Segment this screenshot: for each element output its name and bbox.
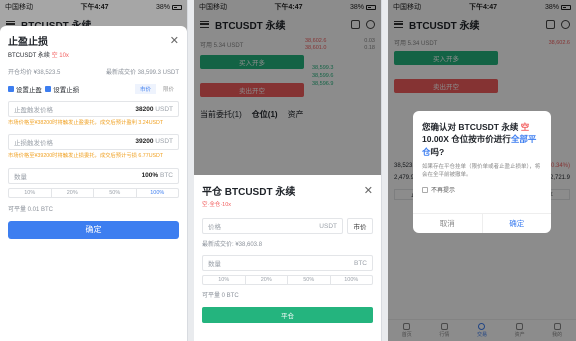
phone-panel-1: 中国移动 下午4:47 38% BTCUSDT 永续 止盈止损 ✕ BTCUSD… — [0, 0, 188, 341]
overlay-dim — [194, 0, 381, 175]
percent-option[interactable]: 20% — [52, 188, 94, 197]
qty-unit: BTC — [354, 259, 367, 267]
open-price: 开仓均价 ¥38,523.5 — [8, 70, 61, 76]
tab-market[interactable]: 市价 — [134, 84, 156, 94]
no-remind-checkbox[interactable] — [422, 186, 428, 193]
tp-checkbox[interactable] — [8, 86, 14, 92]
confirm-close-dialog: 您确认对 BTCUSDT 永续 空 10.00X 仓位按市价进行全部平仓吗? 如… — [413, 111, 551, 233]
close-icon[interactable]: ✕ — [170, 34, 179, 47]
percent-option[interactable]: 10% — [203, 276, 246, 284]
position-side: 空 10x — [51, 53, 69, 59]
tp-price-value: 38200 — [135, 105, 154, 113]
position-tag: 空·全仓·10x — [202, 202, 232, 208]
confirm-button[interactable]: 确定 — [8, 220, 179, 239]
confirm-message: 您确认对 BTCUSDT 永续 空 10.00X 仓位按市价进行全部平仓吗? — [422, 121, 542, 158]
percent-option[interactable]: 100% — [331, 276, 373, 284]
market-price-button[interactable]: 市价 — [347, 218, 373, 234]
percent-option[interactable]: 100% — [137, 189, 179, 197]
price-unit: USDT — [319, 222, 337, 230]
qty-unit: BTC — [160, 172, 173, 180]
last-price: 最新成交价 38,599.3 USDT — [105, 70, 179, 76]
sl-price-value: 39200 — [135, 138, 154, 146]
percent-option[interactable]: 50% — [94, 188, 137, 197]
price-input[interactable]: 价格 USDT — [202, 218, 343, 234]
percent-option[interactable]: 50% — [288, 276, 331, 284]
qty-input[interactable]: 数量 100% BTC — [8, 167, 179, 184]
sl-hint: 市场价格至¥39200时将触发止损委托，成交后预计亏损 6.77USDT — [8, 152, 164, 159]
tp-hint: 市场价格至¥38200时将触发止盈委托，成交后预计盈利 3.24USDT — [8, 120, 164, 126]
sl-checkbox[interactable] — [45, 86, 52, 92]
confirm-text-c: 吗? — [430, 146, 445, 157]
last-price: 最新成交价: ¥38,603.8 — [202, 242, 263, 248]
cancel-button[interactable]: 取消 — [413, 214, 483, 233]
sl-check-label: 设置止损 — [53, 87, 80, 94]
qty-label: 数量 — [14, 173, 27, 181]
tp-price-input[interactable]: 止盈触发价格 38200 USDT — [8, 101, 179, 117]
confirm-side: 空 — [520, 122, 530, 132]
qty-label: 数量 — [208, 261, 221, 268]
dialog-title: 止盈止损 — [8, 37, 48, 48]
close-position-dialog: 平仓 BTCUSDT 永续 ✕ 空·全仓·10x 价格 USDT 市价 最新成交… — [194, 175, 381, 341]
confirm-text-a: 您确认对 BTCUSDT 永续 — [422, 122, 521, 132]
qty-input[interactable]: 数量 BTC — [202, 255, 373, 271]
tp-price-label: 止盈触发价格 — [14, 107, 53, 114]
notice-text: 如果存在平仓挂单（限价单或者止盈止损单），将会在全平前被撤单。 — [422, 163, 541, 178]
no-remind-label: 不再提示 — [431, 188, 456, 195]
percent-selector: 10% 20% 50% 100% — [8, 187, 179, 198]
percent-option[interactable]: 10% — [9, 188, 52, 197]
phone-panel-3: 中国移动 下午4:47 38% BTCUSDT 永续 可用 5.34 USDT … — [388, 0, 576, 341]
tpsl-dialog: 止盈止损 ✕ BTCUSDT 永续 空 10x 开仓均价 ¥38,523.5 最… — [0, 26, 187, 341]
percent-option[interactable]: 20% — [246, 276, 288, 284]
close-icon[interactable]: ✕ — [364, 184, 373, 197]
dialog-symbol: BTCUSDT 永续 — [8, 53, 50, 59]
confirm-text-b: 10.00X 仓位按市价进行 — [422, 134, 511, 145]
sl-price-input[interactable]: 止损触发价格 39200 USDT — [8, 133, 179, 150]
sl-unit: USDT — [155, 138, 173, 146]
price-label: 价格 — [208, 224, 221, 231]
tab-limit[interactable]: 限价 — [158, 84, 179, 94]
dialog-title: 平仓 BTCUSDT 永续 — [202, 187, 296, 198]
tp-check-label: 设置止盈 — [15, 87, 42, 94]
ok-button[interactable]: 确定 — [483, 214, 552, 233]
available-qty: 可平量 0.01 BTC — [8, 206, 54, 213]
phone-panel-2: 中国移动 下午4:47 38% BTCUSDT 永续 可用 5.34 USDT … — [194, 0, 382, 341]
close-position-button[interactable]: 平仓 — [202, 307, 373, 323]
qty-value: 100% — [141, 172, 159, 180]
percent-selector: 10% 20% 50% 100% — [202, 275, 373, 285]
sl-price-label: 止损触发价格 — [14, 139, 53, 147]
available-qty: 可平量 0 BTC — [202, 293, 239, 299]
tp-unit: USDT — [155, 105, 173, 113]
